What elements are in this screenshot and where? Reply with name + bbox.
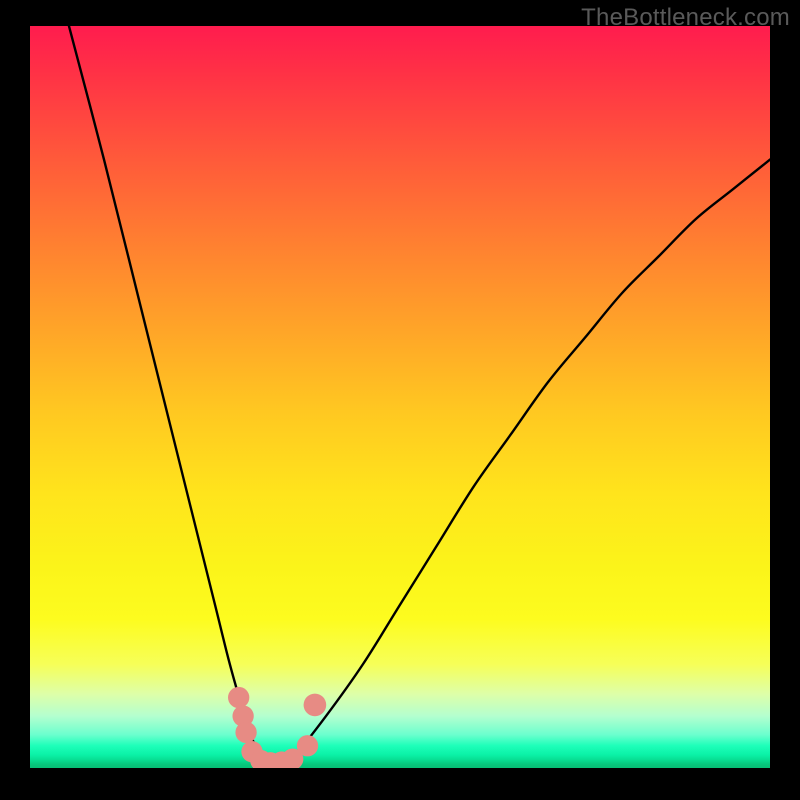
marker-dot [297, 735, 318, 756]
watermark-text: TheBottleneck.com [581, 4, 790, 32]
plot-area [30, 26, 770, 768]
marker-dot [228, 687, 249, 708]
marker-dot [235, 722, 256, 743]
chart-root: TheBottleneck.com [0, 0, 800, 800]
marker-group [228, 687, 326, 768]
chart-svg [30, 26, 770, 768]
marker-dot [304, 694, 327, 717]
bottleneck-curve [67, 26, 770, 762]
